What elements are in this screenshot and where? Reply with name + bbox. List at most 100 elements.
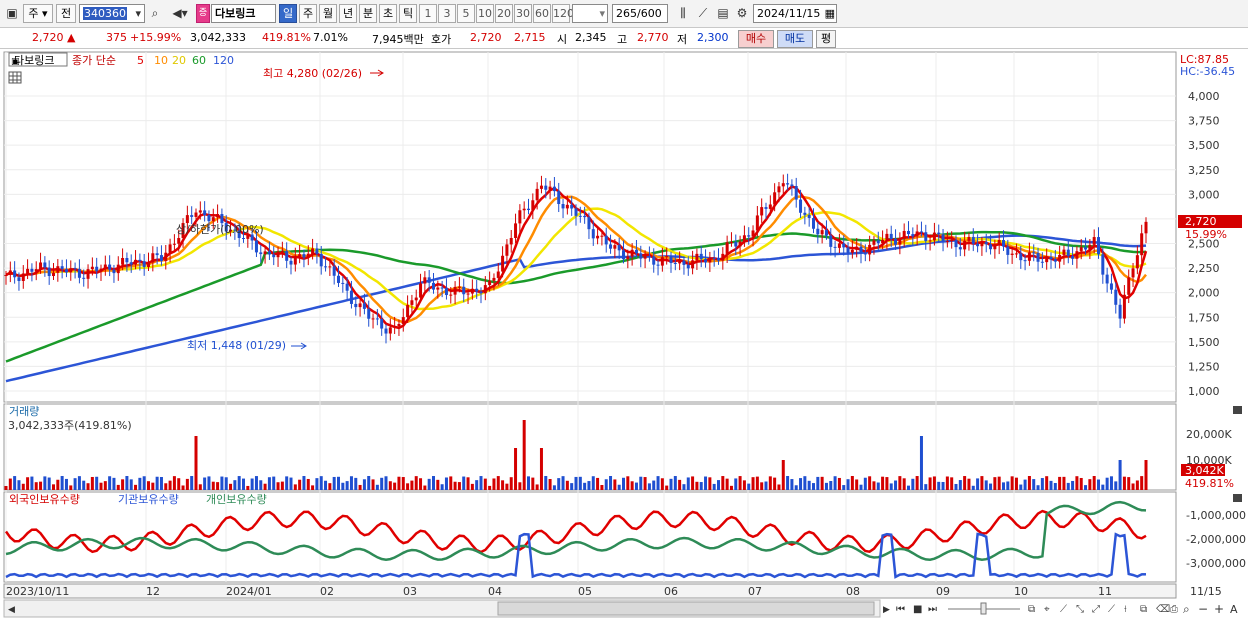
date-input[interactable]: 2024/11/15 ▦	[753, 4, 837, 23]
interval-dropdown-icon[interactable]: ▾	[599, 5, 605, 22]
period-year-button[interactable]: 년	[339, 4, 357, 23]
market-select[interactable]: 주 ▾	[23, 4, 53, 23]
candle-type-icon[interactable]: ⫼	[674, 4, 692, 23]
crosshair-icon[interactable]: ⌖	[1044, 604, 1050, 615]
volume-bar	[617, 484, 621, 490]
last-price-tag-percent: 15.99%	[1185, 228, 1227, 241]
holding-panel-close-icon[interactable]	[1233, 494, 1242, 502]
buy-button[interactable]: 매수	[738, 30, 774, 48]
stop-icon[interactable]: ■	[913, 604, 922, 615]
calendar-icon[interactable]: ▦	[825, 5, 835, 22]
ruler-tool-icon[interactable]: ⟊	[1124, 604, 1127, 615]
volume-bar	[384, 476, 388, 490]
volume-bar	[337, 476, 340, 490]
volume-bar	[755, 476, 759, 490]
table-view-icon[interactable]	[8, 71, 22, 84]
volume-bar	[518, 482, 522, 490]
prev-toggle-button[interactable]: 전	[56, 4, 76, 23]
sell-button[interactable]: 매도	[777, 30, 813, 48]
scroll-right-icon[interactable]: ▶	[883, 605, 890, 615]
volume-bar	[600, 485, 604, 490]
settings-gear-icon[interactable]: ⚙	[733, 4, 751, 23]
volume-bar	[876, 482, 880, 490]
candle-body	[522, 208, 526, 211]
volume-bar	[289, 477, 293, 490]
candle-body	[915, 231, 919, 237]
interval-3-button[interactable]: 3	[438, 4, 456, 23]
candle-body	[103, 264, 107, 269]
volume-bar	[242, 478, 245, 490]
candle-body	[665, 256, 669, 258]
interval-5-button[interactable]: 5	[457, 4, 475, 23]
period-month-button[interactable]: 월	[319, 4, 337, 23]
prev-next-stock-icon[interactable]: ◀▾	[166, 4, 194, 23]
scrollbar-thumb[interactable]	[497, 601, 875, 616]
code-dropdown-icon[interactable]: ▾	[134, 5, 142, 22]
zoom-slider-handle[interactable]	[980, 602, 987, 615]
candle-body	[626, 256, 630, 260]
eraser-tool-icon[interactable]: ⌫	[1156, 604, 1170, 615]
fast-forward-icon[interactable]: ⏭	[928, 604, 937, 615]
period-day-button[interactable]: 일	[279, 4, 297, 23]
period-second-button[interactable]: 초	[379, 4, 397, 23]
print-icon[interactable]: ⎙	[1170, 604, 1178, 615]
volume-bar	[971, 485, 975, 490]
candle-body	[669, 256, 673, 264]
candle-body	[790, 184, 794, 187]
candle-body	[1049, 256, 1053, 260]
custom-interval-input[interactable]: ▾	[572, 4, 608, 23]
hc-label: HC:-36.45	[1180, 65, 1235, 78]
interval-120-button[interactable]: 120	[552, 4, 574, 23]
volume-bar	[375, 484, 379, 490]
window-menu-icon[interactable]: ▣	[3, 4, 21, 23]
volume-bar	[544, 476, 548, 490]
volume-bar	[1053, 483, 1057, 490]
zoom-in-icon[interactable]: +	[1214, 602, 1224, 616]
zoom-out-icon[interactable]: −	[1198, 602, 1208, 616]
scroll-left-icon[interactable]: ◀	[8, 605, 15, 615]
candle-body	[673, 263, 677, 265]
interval-10-button[interactable]: 10	[476, 4, 494, 23]
volume-bar	[527, 476, 530, 490]
volume-bar	[47, 477, 51, 490]
channel-tool-icon[interactable]: ⟋	[1108, 604, 1115, 615]
ma120-label: 120	[213, 54, 234, 67]
stock-chart[interactable]: 다보링크 ▣ 종가 단순 5 10 20 60 120 LC:87.85 HC:…	[0, 49, 1248, 621]
volume-bar	[945, 476, 949, 490]
volume-bar	[509, 477, 513, 490]
rewind-icon[interactable]: ⏮	[896, 604, 905, 615]
period-minute-button[interactable]: 분	[359, 4, 377, 23]
candle-body	[932, 232, 936, 241]
candle-body	[729, 242, 733, 244]
panel-menu-icon[interactable]: ▣	[11, 57, 20, 67]
interval-1-button[interactable]: 1	[419, 4, 437, 23]
trend-tool-icon[interactable]: ⤡	[1076, 604, 1084, 615]
zoom-icon[interactable]: ⌕	[1183, 602, 1190, 616]
interval-20-button[interactable]: 20	[495, 4, 513, 23]
evaluation-button[interactable]: 평	[816, 30, 836, 48]
font-size-icon[interactable]: A	[1230, 603, 1238, 616]
candle-body	[613, 245, 617, 249]
drawing-tool-icon[interactable]: ⟋	[694, 4, 712, 23]
candle-body	[591, 229, 595, 239]
copy-tool-icon[interactable]: ⧉	[1140, 604, 1147, 615]
chart-layout-icon[interactable]: ⧉	[1028, 604, 1035, 615]
volume-bar	[496, 476, 500, 490]
volume-bar	[449, 476, 453, 490]
fibonacci-tool-icon[interactable]: ⤢	[1092, 604, 1100, 615]
volume-panel-close-icon[interactable]	[1233, 406, 1242, 414]
volume-bar	[436, 479, 440, 490]
period-week-button[interactable]: 주	[299, 4, 317, 23]
interval-60-button[interactable]: 60	[533, 4, 551, 23]
candle-body	[609, 244, 613, 249]
volume-bar	[712, 483, 716, 490]
save-icon[interactable]: ▤	[714, 4, 732, 23]
line-tool-icon[interactable]: ⟋	[1060, 604, 1067, 615]
candle-body	[945, 241, 949, 243]
period-tick-button[interactable]: 틱	[399, 4, 417, 23]
candle-body	[639, 253, 643, 259]
interval-30-button[interactable]: 30	[514, 4, 532, 23]
data-count-field[interactable]: 265/600	[612, 4, 668, 23]
stock-code-input[interactable]: 340360 ▾	[79, 4, 145, 23]
search-icon[interactable]: ⌕	[146, 4, 164, 23]
